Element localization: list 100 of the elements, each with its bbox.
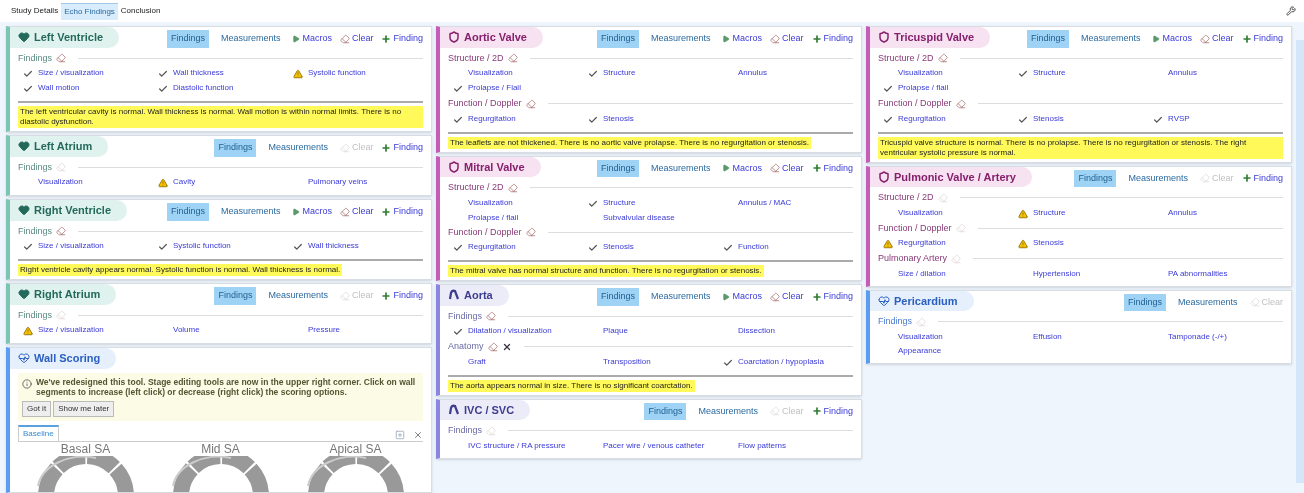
finding-link[interactable]: Annulus [1168,207,1197,218]
macros-button[interactable]: Macros [722,32,762,46]
finding-link[interactable]: Size / visualization [38,68,104,78]
finding-link[interactable]: Tamponade (-/+) [1168,331,1227,342]
add-stage-icon[interactable] [395,429,405,440]
finding-link[interactable]: Subvalvular disease [603,212,675,223]
findings-tab[interactable]: Measurements [1076,30,1145,48]
eraser-icon[interactable] [955,98,966,109]
findings-tab[interactable]: Findings [644,402,687,420]
finding-link[interactable]: Structure [1033,68,1066,78]
add-finding-button[interactable]: Finding [811,404,854,418]
finding-link[interactable]: Size / visualization [38,241,104,251]
finding-link[interactable]: Visualization [898,68,943,78]
finding-link[interactable]: Size / dilation [898,268,946,279]
close-icon[interactable] [501,341,512,352]
macros-button[interactable]: Macros [292,32,332,46]
add-finding-button[interactable]: Finding [1241,171,1284,185]
finding-link[interactable]: Regurgitation [468,242,516,252]
findings-tab[interactable]: Measurements [1124,169,1192,187]
add-finding-button[interactable]: Finding [381,289,423,303]
eraser-icon[interactable] [507,182,518,193]
findings-tab[interactable]: Findings [1123,293,1166,311]
findings-tab[interactable]: Measurements [216,30,285,48]
eraser-icon[interactable] [525,98,536,109]
finding-link[interactable]: Structure [603,197,636,208]
clear-button[interactable]: Clear [339,32,374,46]
finding-link[interactable]: Structure [603,68,636,78]
finding-link[interactable]: IVC structure / RA pressure [468,440,566,451]
page-tab[interactable]: Echo Findings [61,2,118,20]
eraser-icon[interactable] [937,53,948,64]
finding-link[interactable]: Pulmonary veins [308,177,368,187]
finding-link[interactable]: Dissection [738,326,775,336]
add-finding-button[interactable]: Finding [381,32,423,46]
findings-tab[interactable]: Findings [166,30,209,48]
finding-link[interactable]: Systolic function [173,241,231,251]
finding-link[interactable]: PA abnormalities [1168,268,1228,279]
finding-link[interactable]: Wall thickness [173,68,224,78]
clear-button[interactable]: Clear [770,290,804,304]
eraser-icon[interactable] [507,53,518,64]
finding-link[interactable]: Graft [468,356,486,367]
finding-link[interactable]: Diastolic function [173,83,234,93]
finding-link[interactable]: Annulus [738,68,767,78]
eraser-icon[interactable] [56,226,67,237]
finding-link[interactable]: Hypertension [1033,268,1081,279]
finding-link[interactable]: Prolapse / flail [468,212,519,223]
findings-tab[interactable]: Findings [596,159,639,177]
macros-button[interactable]: Macros [292,205,332,219]
finding-link[interactable]: Stenosis [603,113,634,124]
finding-link[interactable]: Effusion [1033,331,1062,342]
finding-link[interactable]: Visualization [468,197,513,208]
findings-tab[interactable]: Measurements [646,288,715,306]
finding-link[interactable]: Pressure [308,325,340,335]
findings-tab[interactable]: Measurements [646,30,715,48]
finding-link[interactable]: Prolapse / Flail [468,83,521,93]
macros-button[interactable]: Macros [722,290,762,304]
finding-link[interactable]: Dilatation / visualization [468,326,552,336]
clear-button[interactable]: Clear [339,205,374,219]
wrench-icon[interactable] [1286,6,1296,16]
findings-tab[interactable]: Measurements [1174,293,1242,311]
findings-tab[interactable]: Findings [1026,30,1069,48]
add-finding-button[interactable]: Finding [1241,32,1284,46]
finding-link[interactable]: Structure [1033,207,1066,218]
page-tab[interactable]: Study Details [8,2,62,20]
add-finding-button[interactable]: Finding [381,141,423,155]
finding-link[interactable]: Size / visualization [38,325,104,335]
finding-link[interactable]: Regurgitation [468,113,516,124]
finding-link[interactable]: Prolapse / flail [898,83,949,93]
findings-tab[interactable]: Findings [166,203,209,221]
findings-tab[interactable]: Findings [596,30,639,48]
findings-tab[interactable]: Measurements [646,159,715,177]
finding-link[interactable]: Cavity [173,177,196,187]
scrollbar[interactable] [1296,40,1304,483]
eraser-icon[interactable] [56,53,67,64]
finding-link[interactable]: Stenosis [1033,238,1064,248]
finding-link[interactable]: Wall thickness [308,241,359,251]
findings-tab[interactable]: Findings [214,139,257,157]
clear-button[interactable]: Clear [770,161,804,175]
macros-button[interactable]: Macros [722,161,762,175]
finding-link[interactable]: Regurgitation [898,238,946,248]
finding-link[interactable]: Pacer wire / venous catheter [603,440,705,451]
finding-link[interactable]: Wall motion [38,83,80,93]
eraser-icon[interactable] [486,311,497,322]
finding-link[interactable]: Regurgitation [898,113,946,124]
findings-tab[interactable]: Findings [214,287,257,305]
finding-link[interactable]: Visualization [898,331,943,342]
notice-button[interactable]: Got it [22,400,52,417]
findings-tab[interactable]: Findings [1074,169,1117,187]
stage-tab[interactable]: Baseline [18,424,59,441]
findings-tab[interactable]: Measurements [694,402,762,420]
finding-link[interactable]: Visualization [468,68,513,78]
finding-link[interactable]: Stenosis [1033,113,1064,124]
findings-tab[interactable]: Measurements [264,287,332,305]
findings-tab[interactable]: Findings [596,288,639,306]
page-tab[interactable]: Conclusion [117,2,164,20]
add-finding-button[interactable]: Finding [811,161,854,175]
finding-link[interactable]: Coarctation / hypoplasia [738,356,824,367]
finding-link[interactable]: Annulus / MAC [738,197,792,208]
macros-button[interactable]: Macros [1152,32,1192,46]
clear-button[interactable]: Clear [1200,32,1234,46]
notice-button[interactable]: Show me later [53,400,115,417]
